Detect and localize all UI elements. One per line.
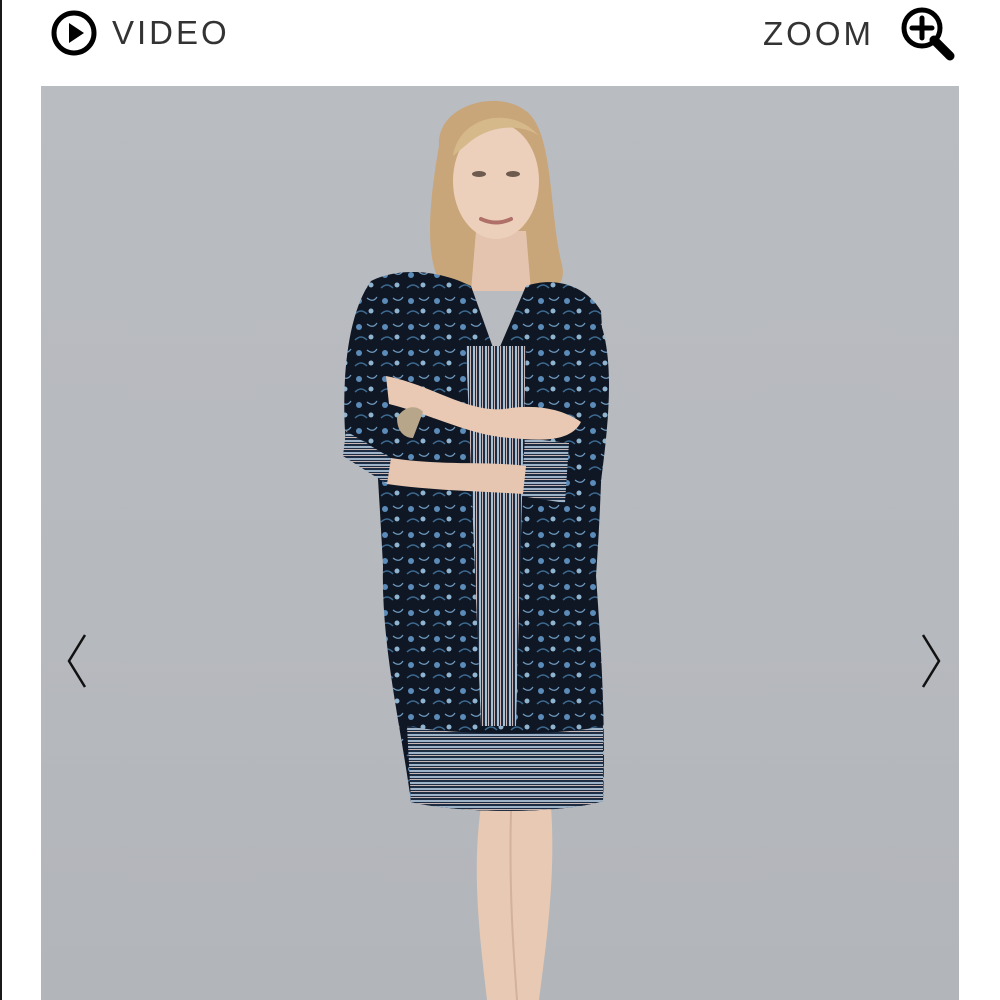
chevron-right-icon [921,634,941,688]
video-button[interactable]: VIDEO [50,9,230,57]
zoom-button[interactable]: ZOOM [763,4,956,62]
product-media-toolbar: VIDEO ZOOM [0,0,1000,86]
video-label: VIDEO [112,14,230,51]
previous-image-button[interactable] [63,631,93,691]
next-image-button[interactable] [915,631,945,691]
product-photo[interactable] [41,86,959,1000]
play-circle-icon [51,10,97,56]
model-in-printed-dress-image [343,100,610,1000]
page-left-border [0,0,2,1000]
zoom-in-icon [901,7,955,61]
chevron-left-icon [67,634,87,688]
zoom-label: ZOOM [763,15,874,52]
